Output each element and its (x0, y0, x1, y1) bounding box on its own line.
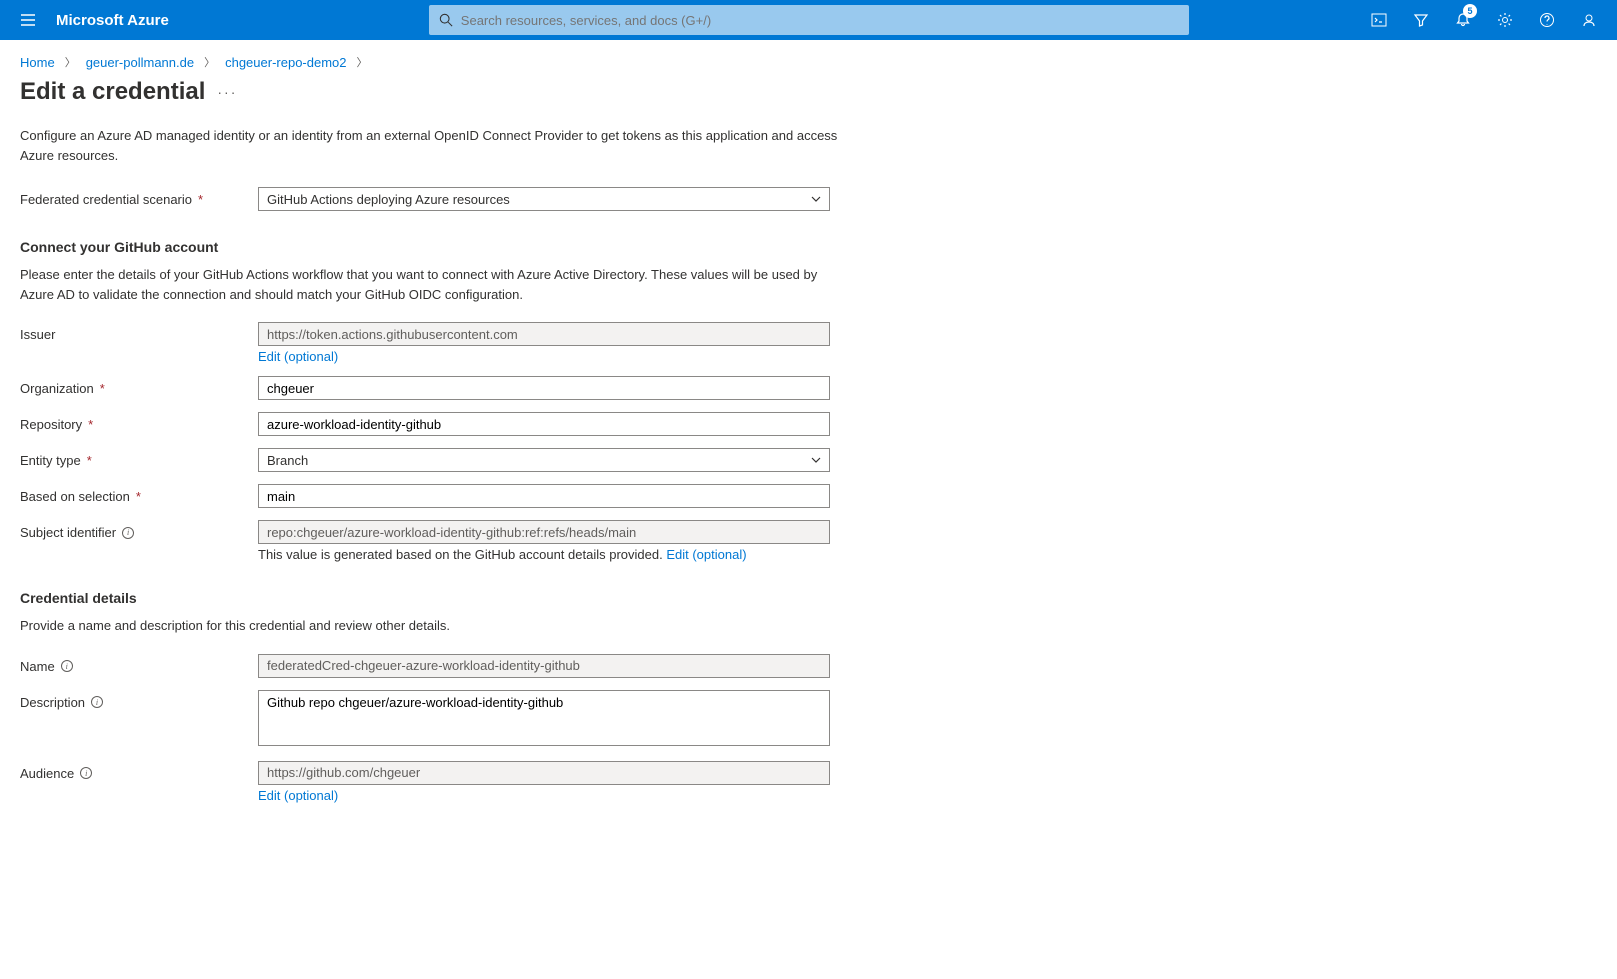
page-description: Configure an Azure AD managed identity o… (20, 126, 840, 165)
filter-icon (1413, 12, 1429, 28)
info-icon[interactable]: i (91, 696, 103, 708)
entity-type-label: Entity type (20, 453, 81, 468)
scenario-label: Federated credential scenario (20, 192, 192, 207)
required-indicator: * (88, 417, 93, 432)
credential-name-input (258, 654, 830, 678)
github-section-title: Connect your GitHub account (20, 239, 1080, 255)
description-label: Description (20, 695, 85, 710)
entity-type-select[interactable]: Branch (258, 448, 830, 472)
subject-edit-link[interactable]: Edit (optional) (666, 547, 746, 562)
top-navigation-bar: Microsoft Azure 5 (0, 0, 1617, 40)
credential-section-title: Credential details (20, 590, 1080, 606)
cloud-shell-button[interactable] (1359, 0, 1399, 40)
feedback-icon (1581, 12, 1597, 28)
github-section-description: Please enter the details of your GitHub … (20, 265, 840, 304)
credential-section-description: Provide a name and description for this … (20, 616, 840, 636)
info-icon[interactable]: i (80, 767, 92, 779)
breadcrumb-item-1[interactable]: geuer-pollmann.de (86, 55, 194, 70)
brand-label[interactable]: Microsoft Azure (56, 12, 169, 29)
scenario-select[interactable]: GitHub Actions deploying Azure resources (258, 187, 830, 211)
audience-input (258, 761, 830, 785)
info-icon[interactable]: i (122, 527, 134, 539)
issuer-label: Issuer (20, 327, 55, 342)
subject-identifier-label: Subject identifier (20, 525, 116, 540)
chevron-right-icon: 〉 (204, 54, 215, 70)
repository-input[interactable] (258, 412, 830, 436)
directories-button[interactable] (1401, 0, 1441, 40)
subject-helper-text: This value is generated based on the Git… (258, 547, 663, 562)
notifications-button[interactable]: 5 (1443, 0, 1483, 40)
breadcrumb-item-2[interactable]: chgeuer-repo-demo2 (225, 55, 346, 70)
credential-description-input[interactable] (258, 690, 830, 746)
based-on-input[interactable] (258, 484, 830, 508)
issuer-input (258, 322, 830, 346)
breadcrumb: Home 〉 geuer-pollmann.de 〉 chgeuer-repo-… (0, 40, 1617, 78)
organization-label: Organization (20, 381, 94, 396)
required-indicator: * (87, 453, 92, 468)
chevron-right-icon: 〉 (65, 54, 76, 70)
required-indicator: * (100, 381, 105, 396)
repository-label: Repository (20, 417, 82, 432)
more-actions-button[interactable]: ··· (217, 84, 237, 100)
hamburger-icon (20, 12, 36, 28)
gear-icon (1497, 12, 1513, 28)
help-icon (1539, 12, 1555, 28)
settings-button[interactable] (1485, 0, 1525, 40)
chevron-right-icon: 〉 (357, 54, 368, 70)
audience-edit-link[interactable]: Edit (optional) (258, 788, 338, 803)
info-icon[interactable]: i (61, 660, 73, 672)
required-indicator: * (136, 489, 141, 504)
based-on-label: Based on selection (20, 489, 130, 504)
feedback-button[interactable] (1569, 0, 1609, 40)
hamburger-menu-button[interactable] (8, 0, 48, 40)
organization-input[interactable] (258, 376, 830, 400)
search-icon (439, 13, 453, 27)
cloud-shell-icon (1371, 12, 1387, 28)
audience-label: Audience (20, 766, 74, 781)
subject-identifier-input (258, 520, 830, 544)
global-search-input[interactable] (429, 5, 1189, 35)
help-button[interactable] (1527, 0, 1567, 40)
issuer-edit-link[interactable]: Edit (optional) (258, 349, 338, 364)
name-label: Name (20, 659, 55, 674)
breadcrumb-home[interactable]: Home (20, 55, 55, 70)
required-indicator: * (198, 192, 203, 207)
notification-badge: 5 (1463, 4, 1477, 18)
page-title: Edit a credential (20, 78, 205, 106)
